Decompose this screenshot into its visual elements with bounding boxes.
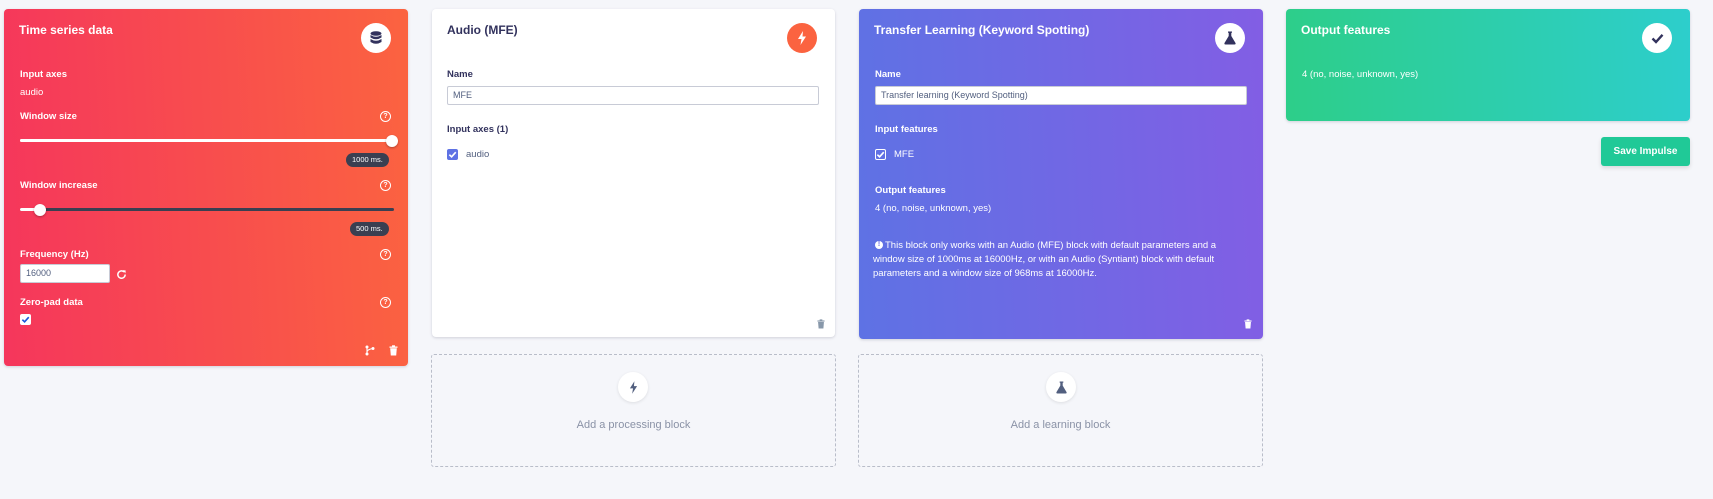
window-size-value: 1000 ms.: [346, 153, 389, 167]
feature-checkbox[interactable]: [875, 149, 886, 160]
database-icon: [361, 23, 391, 53]
window-increase-slider[interactable]: [20, 208, 394, 211]
refresh-icon[interactable]: [116, 267, 128, 279]
card-title: Time series data: [19, 23, 113, 37]
card-title: Output features: [1301, 23, 1391, 37]
zero-pad-checkbox[interactable]: [20, 314, 31, 325]
branch-icon[interactable]: [365, 343, 375, 356]
window-increase-label: Window increase: [20, 180, 98, 191]
name-label: Name: [447, 69, 473, 80]
processing-block-card: Audio (MFE) Name MFE Input axes (1) audi…: [432, 9, 835, 337]
window-size-slider-thumb[interactable]: [386, 135, 398, 147]
frequency-label: Frequency (Hz): [20, 249, 89, 260]
check-icon: [1642, 23, 1672, 53]
window-size-slider-fill: [20, 139, 394, 142]
add-processing-label: Add a processing block: [576, 419, 691, 431]
trash-icon[interactable]: [817, 316, 825, 329]
trash-icon[interactable]: [389, 343, 398, 356]
help-icon[interactable]: ?: [380, 297, 391, 308]
name-label: Name: [875, 69, 901, 80]
flask-icon: [1215, 23, 1245, 53]
add-learning-label: Add a learning block: [1010, 419, 1111, 431]
add-learning-block[interactable]: Add a learning block: [858, 354, 1263, 467]
axis-item-label: audio: [466, 149, 490, 160]
feature-item-label: MFE: [894, 149, 915, 160]
output-features-value: 4 (no, noise, unknown, yes): [875, 203, 992, 214]
help-icon[interactable]: ?: [380, 249, 391, 260]
window-size-label: Window size: [20, 111, 77, 122]
window-increase-value: 500 ms.: [350, 222, 389, 236]
lightning-icon: [787, 23, 817, 53]
lightning-icon: [618, 372, 648, 402]
learning-block-card: Transfer Learning (Keyword Spotting) Nam…: [859, 9, 1263, 339]
frequency-input[interactable]: 16000: [20, 264, 110, 283]
card-title: Audio (MFE): [447, 23, 518, 37]
input-axes-label: Input axes: [20, 69, 67, 80]
output-features-value: 4 (no, noise, unknown, yes): [1302, 69, 1419, 80]
save-impulse-button[interactable]: Save Impulse: [1601, 137, 1690, 166]
card-title: Transfer Learning (Keyword Spotting): [874, 23, 1090, 37]
trash-icon[interactable]: [1244, 316, 1252, 329]
compatibility-note: This block only works with an Audio (MFE…: [873, 240, 1217, 279]
input-features-label: Input features: [875, 124, 938, 135]
output-features-card: Output features 4 (no, noise, unknown, y…: [1286, 9, 1690, 121]
help-icon[interactable]: ?: [380, 180, 391, 191]
window-size-slider[interactable]: [20, 139, 394, 142]
add-processing-block[interactable]: Add a processing block: [431, 354, 836, 467]
help-icon[interactable]: ?: [380, 111, 391, 122]
window-increase-slider-thumb[interactable]: [34, 204, 46, 216]
output-features-label: Output features: [875, 185, 946, 196]
input-axes-label: Input axes (1): [447, 124, 509, 135]
name-input[interactable]: MFE: [447, 86, 819, 105]
input-axes-value: audio: [20, 87, 44, 98]
flask-icon: [1046, 372, 1076, 402]
axis-checkbox[interactable]: [447, 149, 458, 160]
name-input[interactable]: Transfer learning (Keyword Spotting): [875, 86, 1247, 105]
time-series-card: Time series data Input axes audio Window…: [4, 9, 408, 366]
zero-pad-label: Zero-pad data: [20, 297, 83, 308]
